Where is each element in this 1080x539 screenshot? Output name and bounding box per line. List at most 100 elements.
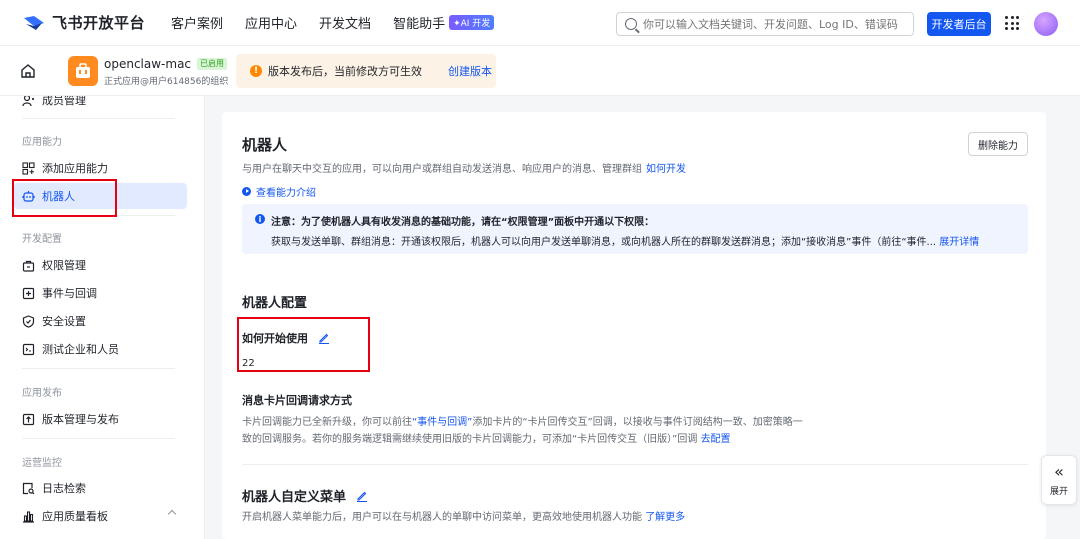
info-icon: i [255,214,265,224]
para-text: 添加卡片的“卡片回传交互”回调，以接收与事件订阅结构一致、加密策略一 [472,417,803,428]
sidebar-item-test-org[interactable]: 测试企业和人员 [14,336,187,362]
page-title: 机器人 [242,136,288,154]
top-navbar: 飞书开放平台 客户案例 应用中心 开发文档 智能助手 ✦AI 开发 开发者后台 [0,0,1080,46]
search-icon [625,18,637,30]
sidebar-item-label: 添加应用能力 [42,162,108,175]
app-org: 正式应用@用户614856的组织 [104,77,229,87]
custom-menu-desc: 开启机器人菜单能力后，用户可以在与机器人的单聊中访问菜单，更高效地使用机器人功能… [242,509,842,526]
status-badge: 已启用 [197,58,228,70]
expand-panel-button[interactable]: « 展开 [1041,455,1077,505]
sidebar-item-label: 成员管理 [42,96,86,107]
card-callback-title: 消息卡片回调请求方式 [242,394,352,407]
sidebar-item-permissions[interactable]: 权限管理 [14,252,187,278]
page-description: 与用户在聊天中交互的应用，可以向用户或群组自动发送消息、响应用户的消息、管理群组… [242,160,686,175]
divider [22,118,175,119]
ai-dev-badge: ✦AI 开发 [449,15,495,30]
how-to-develop-link[interactable]: 如何开发 [646,164,686,175]
intro-label: 查看能力介绍 [256,188,316,199]
bar-chart-icon [22,510,35,523]
para-text: 开启机器人菜单能力后，用户可以在与机器人的单聊中访问菜单，更高效地使用机器人功能 [242,512,642,523]
home-icon[interactable] [20,63,36,79]
sidebar-item-add-capability[interactable]: 添加应用能力 [14,155,187,181]
sidebar: 成员管理 应用能力 添加应用能力 机器人 开发配置 权限管理 事件与回调 安全设… [0,96,205,539]
nav-ai-assistant[interactable]: 智能助手 ✦AI 开发 [393,13,495,32]
shield-icon [22,314,35,328]
section-capability: 应用能力 [22,137,62,148]
divider [242,464,1028,465]
card-callback-line-2: 致的回调服务。若你的服务端逻辑需继续使用旧版的卡片回调能力，可添加“卡片回传交互… [242,431,842,448]
para-text: 致的回调服务。若你的服务端逻辑需继续使用旧版的卡片回调能力，可添加“卡片回传交互… [242,434,698,445]
events-icon [22,287,35,300]
app-name: openclaw-mac 已启用 [104,57,228,71]
edit-icon[interactable] [356,490,368,502]
app-icon [68,56,98,86]
app-name-text: openclaw-mac [104,57,192,71]
sidebar-item-log-search[interactable]: 日志检索 [14,475,187,501]
brand-logo[interactable]: 飞书开放平台 [22,12,145,33]
custom-menu-label: 机器人自定义菜单 [242,490,347,505]
feishu-logo-icon [22,14,46,32]
card-callback-line-1: 卡片回调能力已全新升级，你可以前往“事件与回调”添加卡片的“卡片回传交互”回调，… [242,414,842,431]
app-header: openclaw-mac 已启用 正式应用@用户614856的组织 ! 版本发布… [0,46,1080,96]
events-callback-link[interactable]: “事件与回调” [412,417,472,428]
create-version-link[interactable]: 创建版本 [448,63,492,79]
tip-title: 注意：为了使机器人具有收发消息的基础功能，请在“权限管理”面板中开通以下权限： [271,217,655,228]
notice-text: 版本发布后，当前修改方可生效 [268,65,422,78]
sidebar-item-label: 应用质量看板 [42,510,108,523]
delete-capability-button[interactable]: 删除能力 [968,132,1028,156]
release-notice: ! 版本发布后，当前修改方可生效 创建版本 [236,54,496,88]
test-org-icon [22,343,35,356]
nav-customer-cases[interactable]: 客户案例 [171,13,223,32]
upload-icon [22,413,35,426]
divider [22,368,175,369]
search-box[interactable] [616,12,914,36]
go-configure-link[interactable]: 去配置 [701,434,731,445]
developer-console-button[interactable]: 开发者后台 [927,12,991,36]
sidebar-item-security[interactable]: 安全设置 [14,308,187,334]
para-text: 卡片回调能力已全新升级，你可以前往 [242,417,412,428]
play-icon [242,187,251,196]
log-search-icon [22,482,35,495]
nav-app-center[interactable]: 应用中心 [245,13,297,32]
nav-ai-assistant-label: 智能助手 [393,17,446,32]
search-input[interactable] [643,17,903,31]
capability-intro-link[interactable]: 查看能力介绍 [242,184,316,199]
section-release: 应用发布 [22,388,62,399]
expand-label: 展开 [1049,486,1068,497]
warning-icon: ! [250,65,262,77]
app-grid-icon[interactable] [1005,16,1019,30]
description-text: 与用户在聊天中交互的应用，可以向用户或群组自动发送消息、响应用户的消息、管理群组 [242,164,642,175]
section-ops: 运营监控 [22,458,62,469]
chevron-up-icon[interactable] [167,509,177,519]
tip-body: 获取与发送单聊、群组消息：开通该权限后，机器人可以向用户发送单聊消息，或向机器人… [271,233,979,248]
sidebar-item-label: 权限管理 [42,259,86,272]
learn-more-link[interactable]: 了解更多 [645,512,685,523]
double-chevron-left-icon: « [1054,461,1064,481]
members-icon [22,96,35,107]
sidebar-item-label: 安全设置 [42,315,86,328]
tip-body-text: 获取与发送单聊、群组消息：开通该权限后，机器人可以向用户发送单聊消息，或向机器人… [271,237,937,248]
bot-config-title: 机器人配置 [242,296,308,311]
highlight-box-how-to-start [237,317,370,372]
add-capability-icon [22,161,35,175]
sidebar-item-events[interactable]: 事件与回调 [14,280,187,306]
divider [22,438,175,439]
custom-menu-title: 机器人自定义菜单 [242,486,368,505]
sidebar-item-members[interactable]: 成员管理 [14,96,187,113]
brand-name: 飞书开放平台 [52,14,146,32]
sidebar-item-label: 日志检索 [42,482,86,495]
expand-details-link[interactable]: 展开详情 [939,237,979,248]
section-dev-config: 开发配置 [22,234,62,245]
main-nav: 客户案例 应用中心 开发文档 智能助手 ✦AI 开发 [171,13,516,32]
permission-tip: i 注意：为了使机器人具有收发消息的基础功能，请在“权限管理”面板中开通以下权限… [242,204,1028,254]
user-avatar[interactable] [1034,12,1058,36]
highlight-box-bot [12,179,117,217]
permissions-icon [22,259,35,272]
nav-dev-docs[interactable]: 开发文档 [319,13,371,32]
sidebar-item-label: 事件与回调 [42,287,97,300]
sidebar-item-label: 测试企业和人员 [42,343,119,356]
sidebar-item-label: 版本管理与发布 [42,413,119,426]
card-callback-desc: 卡片回调能力已全新升级，你可以前往“事件与回调”添加卡片的“卡片回传交互”回调，… [242,414,842,448]
sidebar-item-version-release[interactable]: 版本管理与发布 [14,406,187,432]
sidebar-item-quality-dashboard[interactable]: 应用质量看板 [14,503,187,529]
